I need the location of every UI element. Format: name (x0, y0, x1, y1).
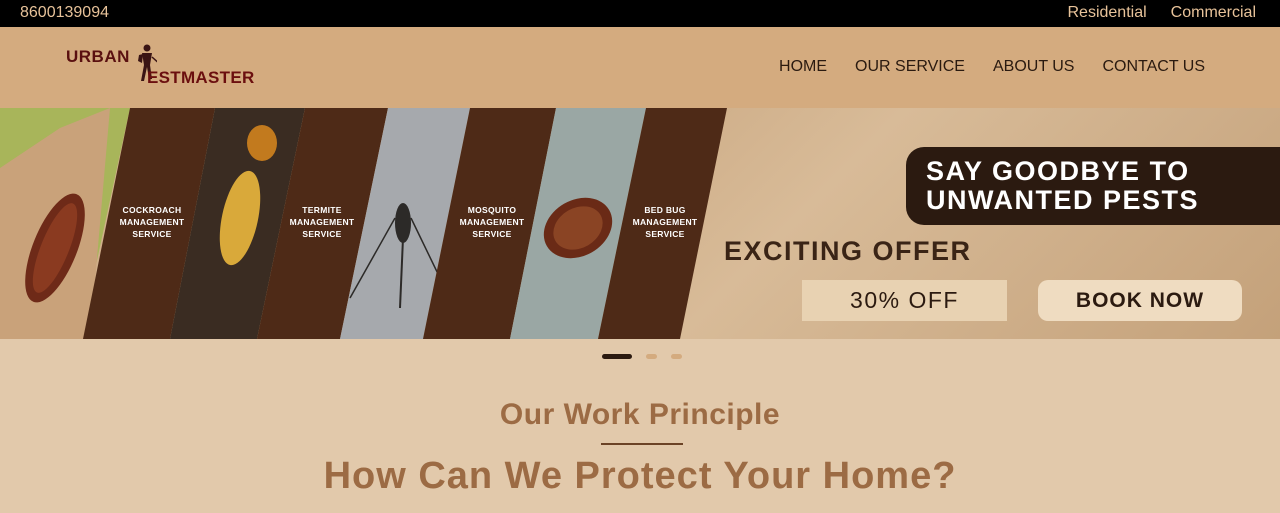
cockroach-label: COCKROACH MANAGEMENT SERVICE (119, 205, 185, 239)
nav-home[interactable]: HOME (779, 58, 827, 76)
residential-link[interactable]: Residential (1068, 4, 1147, 22)
phone-number[interactable]: 8600139094 (20, 4, 109, 22)
commercial-link[interactable]: Commercial (1171, 4, 1256, 22)
nav-about-us[interactable]: ABOUT US (993, 58, 1075, 76)
slider-dot-1[interactable] (602, 354, 632, 359)
nav-our-service[interactable]: OUR SERVICE (855, 58, 965, 76)
top-bar: 8600139094 Residential Commercial (0, 0, 1280, 27)
bedbug-label: BED BUG MANAGEMENT SERVICE (632, 205, 698, 239)
hero-banner[interactable]: COCKROACH MANAGEMENT SERVICE TERMITE MAN… (0, 108, 1280, 339)
mosquito-label: MOSQUITO MANAGEMENT SERVICE (459, 205, 525, 239)
headline-line-2: UNWANTED PESTS (926, 185, 1200, 215)
main-nav: HOME OUR SERVICE ABOUT US CONTACT US (779, 58, 1205, 76)
site-header: URBAN ESTMASTER HOME OUR SERVICE ABOUT U… (0, 27, 1280, 108)
section-title: How Can We Protect Your Home? (323, 455, 957, 497)
logo-text-pestmaster: ESTMASTER (147, 68, 255, 87)
segment-links: Residential Commercial (1068, 4, 1257, 22)
slider-dot-3[interactable] (671, 354, 682, 359)
offer-title: EXCITING OFFER (724, 236, 972, 266)
section-subtitle: Our Work Principle (499, 398, 781, 431)
offer-badge: 30% OFF (802, 280, 1007, 321)
slider-dot-2[interactable] (646, 354, 657, 359)
book-now-button[interactable]: BOOK NOW (1038, 280, 1242, 321)
slider-dots (0, 354, 1280, 360)
urban-pestmaster-logo[interactable]: URBAN ESTMASTER (65, 43, 270, 89)
headline-box: SAY GOODBYE TO UNWANTED PESTS (906, 147, 1280, 225)
headline-line-1: SAY GOODBYE TO (926, 156, 1190, 186)
termite-label: TERMITE MANAGEMENT SERVICE (289, 205, 355, 239)
section-divider (601, 443, 683, 445)
logo-text-urban: URBAN (66, 47, 130, 66)
nav-contact-us[interactable]: CONTACT US (1102, 58, 1205, 76)
